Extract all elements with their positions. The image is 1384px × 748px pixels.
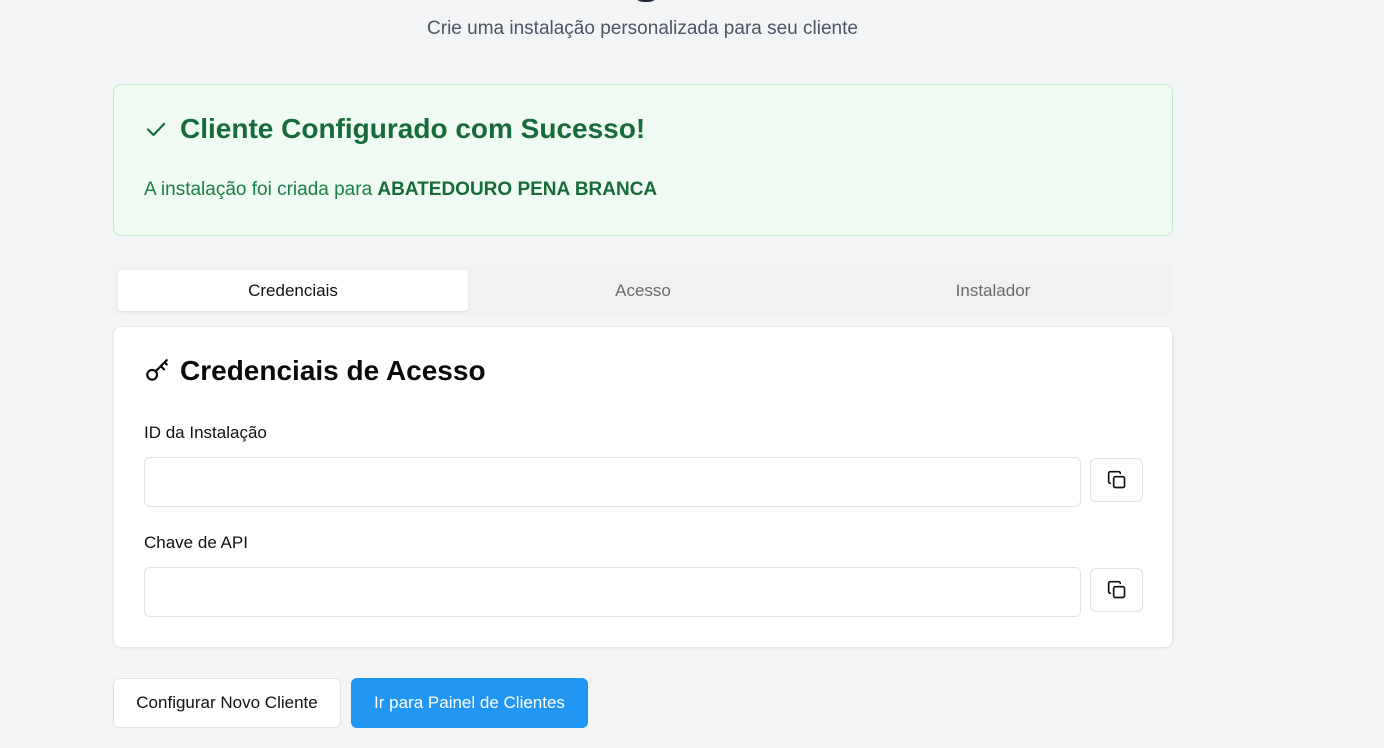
success-title: Cliente Configurado com Sucesso! bbox=[180, 113, 646, 144]
success-message-prefix: A instalação foi criada para bbox=[144, 179, 378, 200]
installation-id-field[interactable] bbox=[144, 457, 1081, 507]
credentials-title: Credenciais de Acesso bbox=[180, 355, 486, 386]
clients-dashboard-button[interactable]: Ir para Painel de Clientes bbox=[351, 678, 588, 728]
tab-credenciais[interactable]: Credenciais bbox=[118, 270, 468, 311]
page-subtitle: Crie uma instalação personalizada para s… bbox=[427, 18, 858, 39]
copy-icon bbox=[1107, 470, 1125, 489]
page: Crie uma instalação personalizada para s… bbox=[0, 0, 1384, 748]
api-key-label: Chave de API bbox=[144, 533, 248, 552]
tab-list: Credenciais Acesso Instalador bbox=[113, 265, 1173, 316]
api-key-field[interactable] bbox=[144, 567, 1081, 617]
credentials-heading: Credenciais de Acesso bbox=[144, 355, 486, 387]
copy-api-key-button[interactable] bbox=[1090, 568, 1143, 612]
installation-id-label: ID da Instalação bbox=[144, 423, 267, 442]
tab-acesso[interactable]: Acesso bbox=[468, 270, 818, 311]
success-heading: Cliente Configurado com Sucesso! bbox=[144, 113, 645, 145]
key-icon bbox=[146, 359, 168, 381]
credentials-card: Credenciais de Acesso ID da Instalação C… bbox=[113, 326, 1173, 648]
copy-icon bbox=[1107, 580, 1125, 599]
new-client-button[interactable]: Configurar Novo Cliente bbox=[113, 678, 341, 728]
copy-installation-id-button[interactable] bbox=[1090, 458, 1143, 502]
success-alert: Cliente Configurado com Sucesso! A insta… bbox=[113, 84, 1173, 236]
client-name: ABATEDOURO PENA BRANCA bbox=[377, 179, 658, 200]
page-title-fragment bbox=[632, 0, 660, 2]
tab-instalador[interactable]: Instalador bbox=[818, 270, 1168, 311]
check-icon bbox=[146, 122, 166, 137]
success-message: A instalação foi criada para ABATEDOURO … bbox=[144, 179, 657, 201]
